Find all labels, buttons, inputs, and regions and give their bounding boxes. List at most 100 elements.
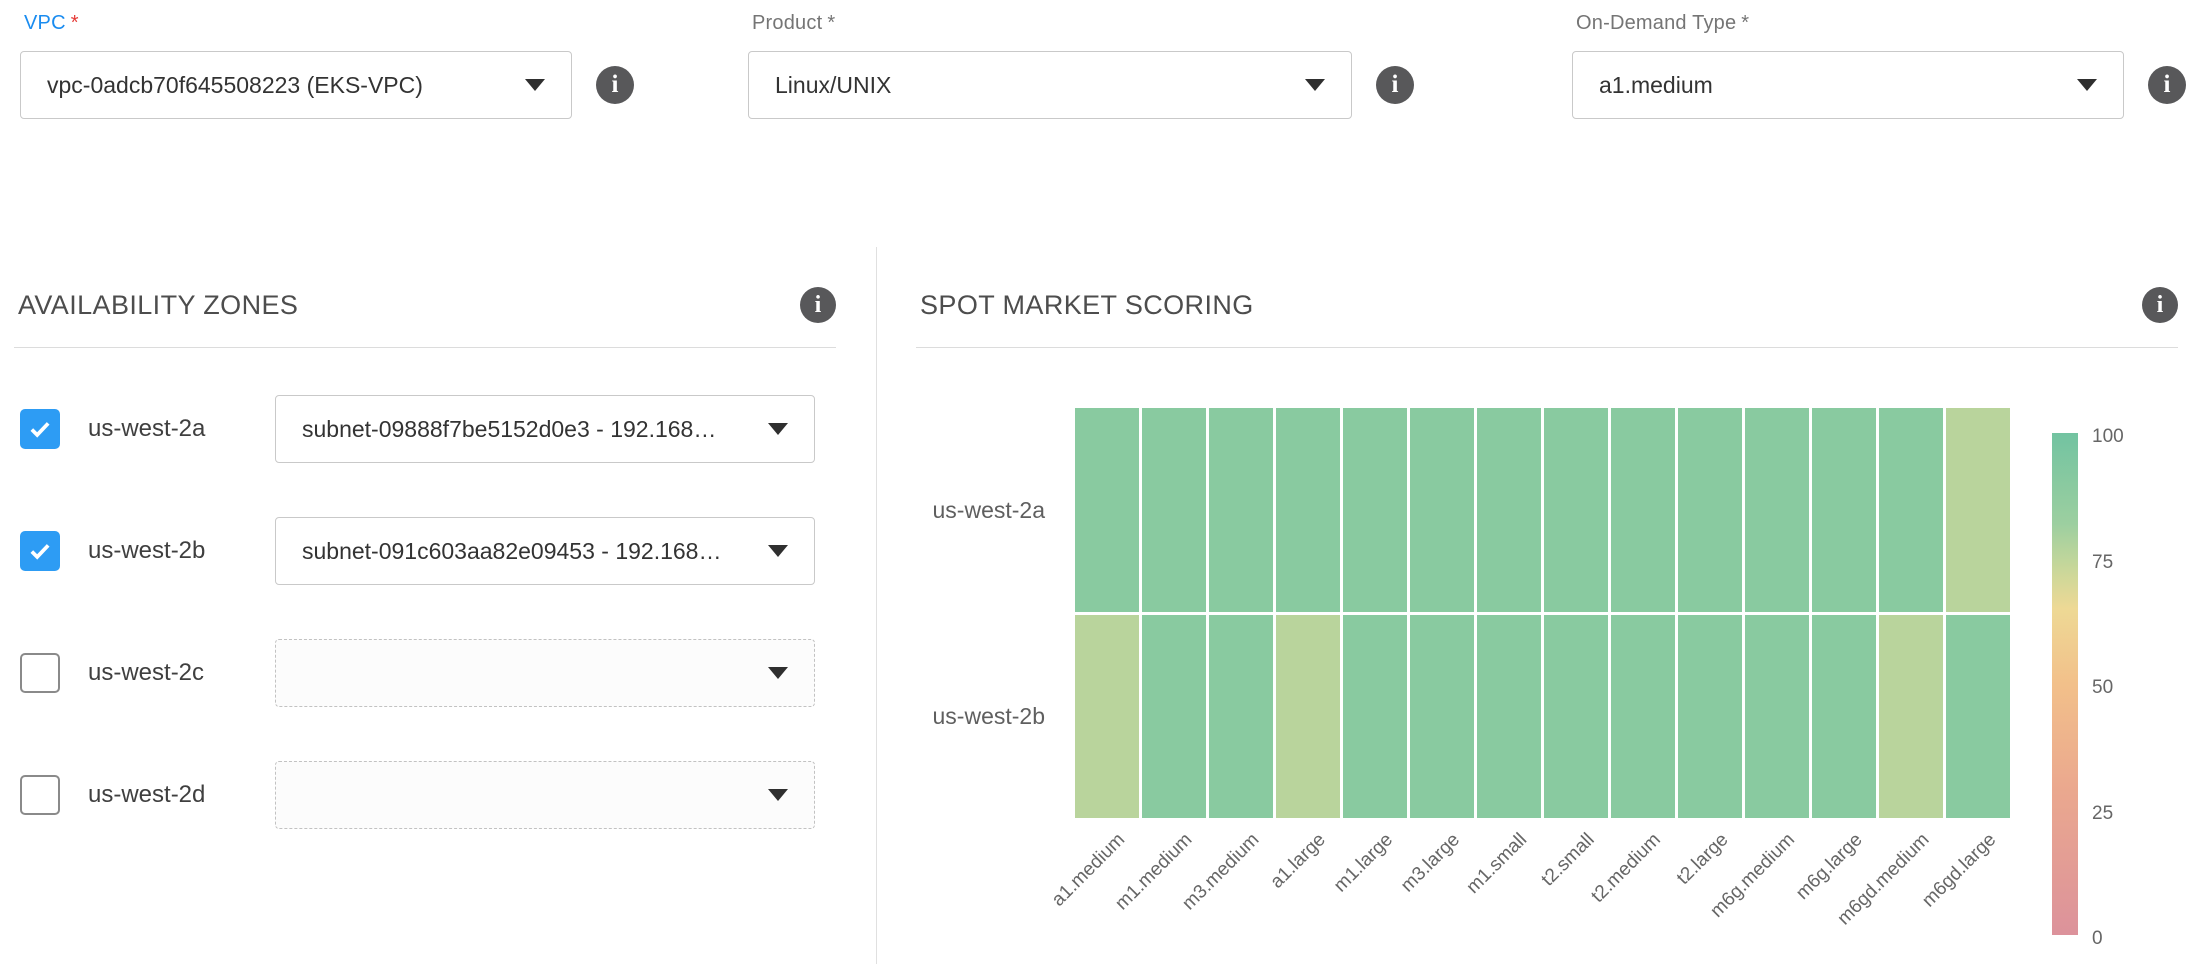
product-info-icon[interactable]: i [1376, 66, 1414, 104]
heatmap-col-label: m1.small [1463, 830, 1531, 898]
az-row-us-west-2b: us-west-2b subnet-091c603aa82e09453 - 192… [20, 517, 836, 585]
az-row-us-west-2a: us-west-2a subnet-09888f7be5152d0e3 - 192… [20, 395, 836, 463]
spot-market-scoring-title: SPOT MARKET SCORING [920, 290, 1254, 321]
heatmap-cell-us-west-2a-a1.medium[interactable] [1075, 408, 1139, 612]
az-zone-label: us-west-2b [88, 537, 275, 565]
heatmap-row-label: us-west-2b [885, 702, 1045, 730]
spot-market-scoring-header: SPOT MARKET SCORING i [920, 287, 2178, 323]
heatmap-cell-us-west-2b-a1.medium[interactable] [1075, 615, 1139, 819]
on-demand-type-field-row: a1.medium i [1572, 51, 2186, 119]
subnet-select-us-west-2a[interactable]: subnet-09888f7be5152d0e3 - 192.168… [275, 395, 815, 463]
heatmap-cell-us-west-2b-m6gd.large[interactable] [1946, 615, 2010, 819]
availability-zones-title: AVAILABILITY ZONES [18, 290, 298, 321]
heatmap-cell-us-west-2a-m3.medium[interactable] [1209, 408, 1273, 612]
product-label: Product* [752, 12, 1414, 35]
chevron-down-icon [768, 789, 788, 801]
heatmap-row-label: us-west-2a [885, 496, 1045, 524]
availability-zones-info-icon[interactable]: i [800, 287, 836, 323]
heatmap-col-label: t2.small [1538, 830, 1598, 890]
az-checkbox-us-west-2b[interactable] [20, 531, 60, 571]
heatmap-col-labels: a1.mediumm1.mediumm3.mediuma1.largem1.la… [1075, 830, 2010, 964]
heatmap-cell-us-west-2a-a1.large[interactable] [1276, 408, 1340, 612]
on-demand-type-label: On-Demand Type* [1576, 12, 2186, 35]
legend-tick-label: 75 [2092, 552, 2148, 574]
az-checkbox-us-west-2c[interactable] [20, 653, 60, 693]
vpc-field-row: vpc-0adcb70f645508223 (EKS-VPC) i [20, 51, 634, 119]
subnet-select-value: subnet-091c603aa82e09453 - 192.168… [302, 538, 750, 565]
heatmap-cell-us-west-2b-m3.medium[interactable] [1209, 615, 1273, 819]
az-checkbox-us-west-2a[interactable] [20, 409, 60, 449]
heatmap-cell-us-west-2b-m1.small[interactable] [1477, 615, 1541, 819]
heatmap-cell-us-west-2b-m6g.large[interactable] [1812, 615, 1876, 819]
vpc-label-text: VPC [24, 12, 66, 34]
heatmap-cell-us-west-2a-m6gd.large[interactable] [1946, 408, 2010, 612]
vpc-select-value: vpc-0adcb70f645508223 (EKS-VPC) [47, 72, 507, 99]
heatmap-col-label: a1.large [1267, 830, 1330, 893]
on-demand-type-label-text: On-Demand Type [1576, 12, 1736, 34]
subnet-select-us-west-2c[interactable] [275, 639, 815, 707]
availability-zones-rows: us-west-2a subnet-09888f7be5152d0e3 - 192… [20, 395, 836, 883]
vpc-info-icon[interactable]: i [596, 66, 634, 104]
heatmap-cell-us-west-2b-t2.large[interactable] [1678, 615, 1742, 819]
required-asterisk: * [71, 12, 79, 34]
required-asterisk: * [827, 12, 835, 34]
section-divider [876, 247, 877, 964]
chevron-down-icon [1305, 79, 1325, 91]
on-demand-type-select[interactable]: a1.medium [1572, 51, 2124, 119]
vpc-label: VPC* [24, 12, 634, 35]
vpc-select[interactable]: vpc-0adcb70f645508223 (EKS-VPC) [20, 51, 572, 119]
heatmap-legend-bar [2052, 433, 2078, 935]
heatmap-cell-us-west-2a-m6g.large[interactable] [1812, 408, 1876, 612]
product-label-text: Product [752, 12, 822, 34]
heatmap-cell-us-west-2b-m3.large[interactable] [1410, 615, 1474, 819]
legend-tick-label: 25 [2092, 803, 2148, 825]
az-row-us-west-2d: us-west-2d [20, 761, 836, 829]
heatmap-cell-us-west-2b-m6gd.medium[interactable] [1879, 615, 1943, 819]
heatmap-cell-us-west-2a-t2.small[interactable] [1544, 408, 1608, 612]
on-demand-type-info-icon[interactable]: i [2148, 66, 2186, 104]
heatmap-cell-us-west-2a-m6g.medium[interactable] [1745, 408, 1809, 612]
heatmap-col-label: t2.large [1673, 830, 1732, 889]
spot-market-scoring-divider [916, 347, 2178, 348]
subnet-select-us-west-2d[interactable] [275, 761, 815, 829]
on-demand-type-select-value: a1.medium [1599, 72, 2059, 99]
heatmap-cell-us-west-2a-m3.large[interactable] [1410, 408, 1474, 612]
spot-market-scoring-info-icon[interactable]: i [2142, 287, 2178, 323]
spot-instance-config-page: VPC* vpc-0adcb70f645508223 (EKS-VPC) i P… [0, 0, 2196, 964]
product-field-row: Linux/UNIX i [748, 51, 1414, 119]
az-zone-label: us-west-2a [88, 415, 275, 443]
subnet-select-us-west-2b[interactable]: subnet-091c603aa82e09453 - 192.168… [275, 517, 815, 585]
heatmap-cell-us-west-2b-m1.medium[interactable] [1142, 615, 1206, 819]
heatmap-cell-us-west-2b-t2.small[interactable] [1544, 615, 1608, 819]
heatmap-col-label: m1.large [1331, 830, 1397, 896]
heatmap-cell-us-west-2b-a1.large[interactable] [1276, 615, 1340, 819]
chevron-down-icon [525, 79, 545, 91]
subnet-select-value: subnet-09888f7be5152d0e3 - 192.168… [302, 416, 750, 443]
legend-tick-label: 100 [2092, 426, 2148, 448]
az-zone-label: us-west-2c [88, 659, 275, 687]
heatmap-col-label: m3.large [1398, 830, 1464, 896]
heatmap-cell-us-west-2a-t2.medium[interactable] [1611, 408, 1675, 612]
availability-zones-header: AVAILABILITY ZONES i [18, 287, 836, 323]
heatmap-grid [1075, 408, 2010, 818]
product-select[interactable]: Linux/UNIX [748, 51, 1352, 119]
az-checkbox-us-west-2d[interactable] [20, 775, 60, 815]
on-demand-type-field: On-Demand Type* a1.medium i [1572, 12, 2186, 119]
heatmap-col-label: t2.medium [1588, 830, 1665, 907]
heatmap-cell-us-west-2a-m6gd.medium[interactable] [1879, 408, 1943, 612]
heatmap-cell-us-west-2b-m1.large[interactable] [1343, 615, 1407, 819]
az-zone-label: us-west-2d [88, 781, 275, 809]
heatmap-cell-us-west-2b-m6g.medium[interactable] [1745, 615, 1809, 819]
product-select-value: Linux/UNIX [775, 72, 1287, 99]
heatmap-cell-us-west-2a-m1.large[interactable] [1343, 408, 1407, 612]
heatmap-cell-us-west-2a-m1.small[interactable] [1477, 408, 1541, 612]
legend-tick-label: 0 [2092, 928, 2148, 950]
chevron-down-icon [768, 545, 788, 557]
chevron-down-icon [768, 667, 788, 679]
heatmap-cell-us-west-2b-t2.medium[interactable] [1611, 615, 1675, 819]
heatmap-cell-us-west-2a-t2.large[interactable] [1678, 408, 1742, 612]
product-field: Product* Linux/UNIX i [748, 12, 1414, 119]
availability-zones-divider [14, 347, 836, 348]
required-asterisk: * [1741, 12, 1749, 34]
heatmap-cell-us-west-2a-m1.medium[interactable] [1142, 408, 1206, 612]
